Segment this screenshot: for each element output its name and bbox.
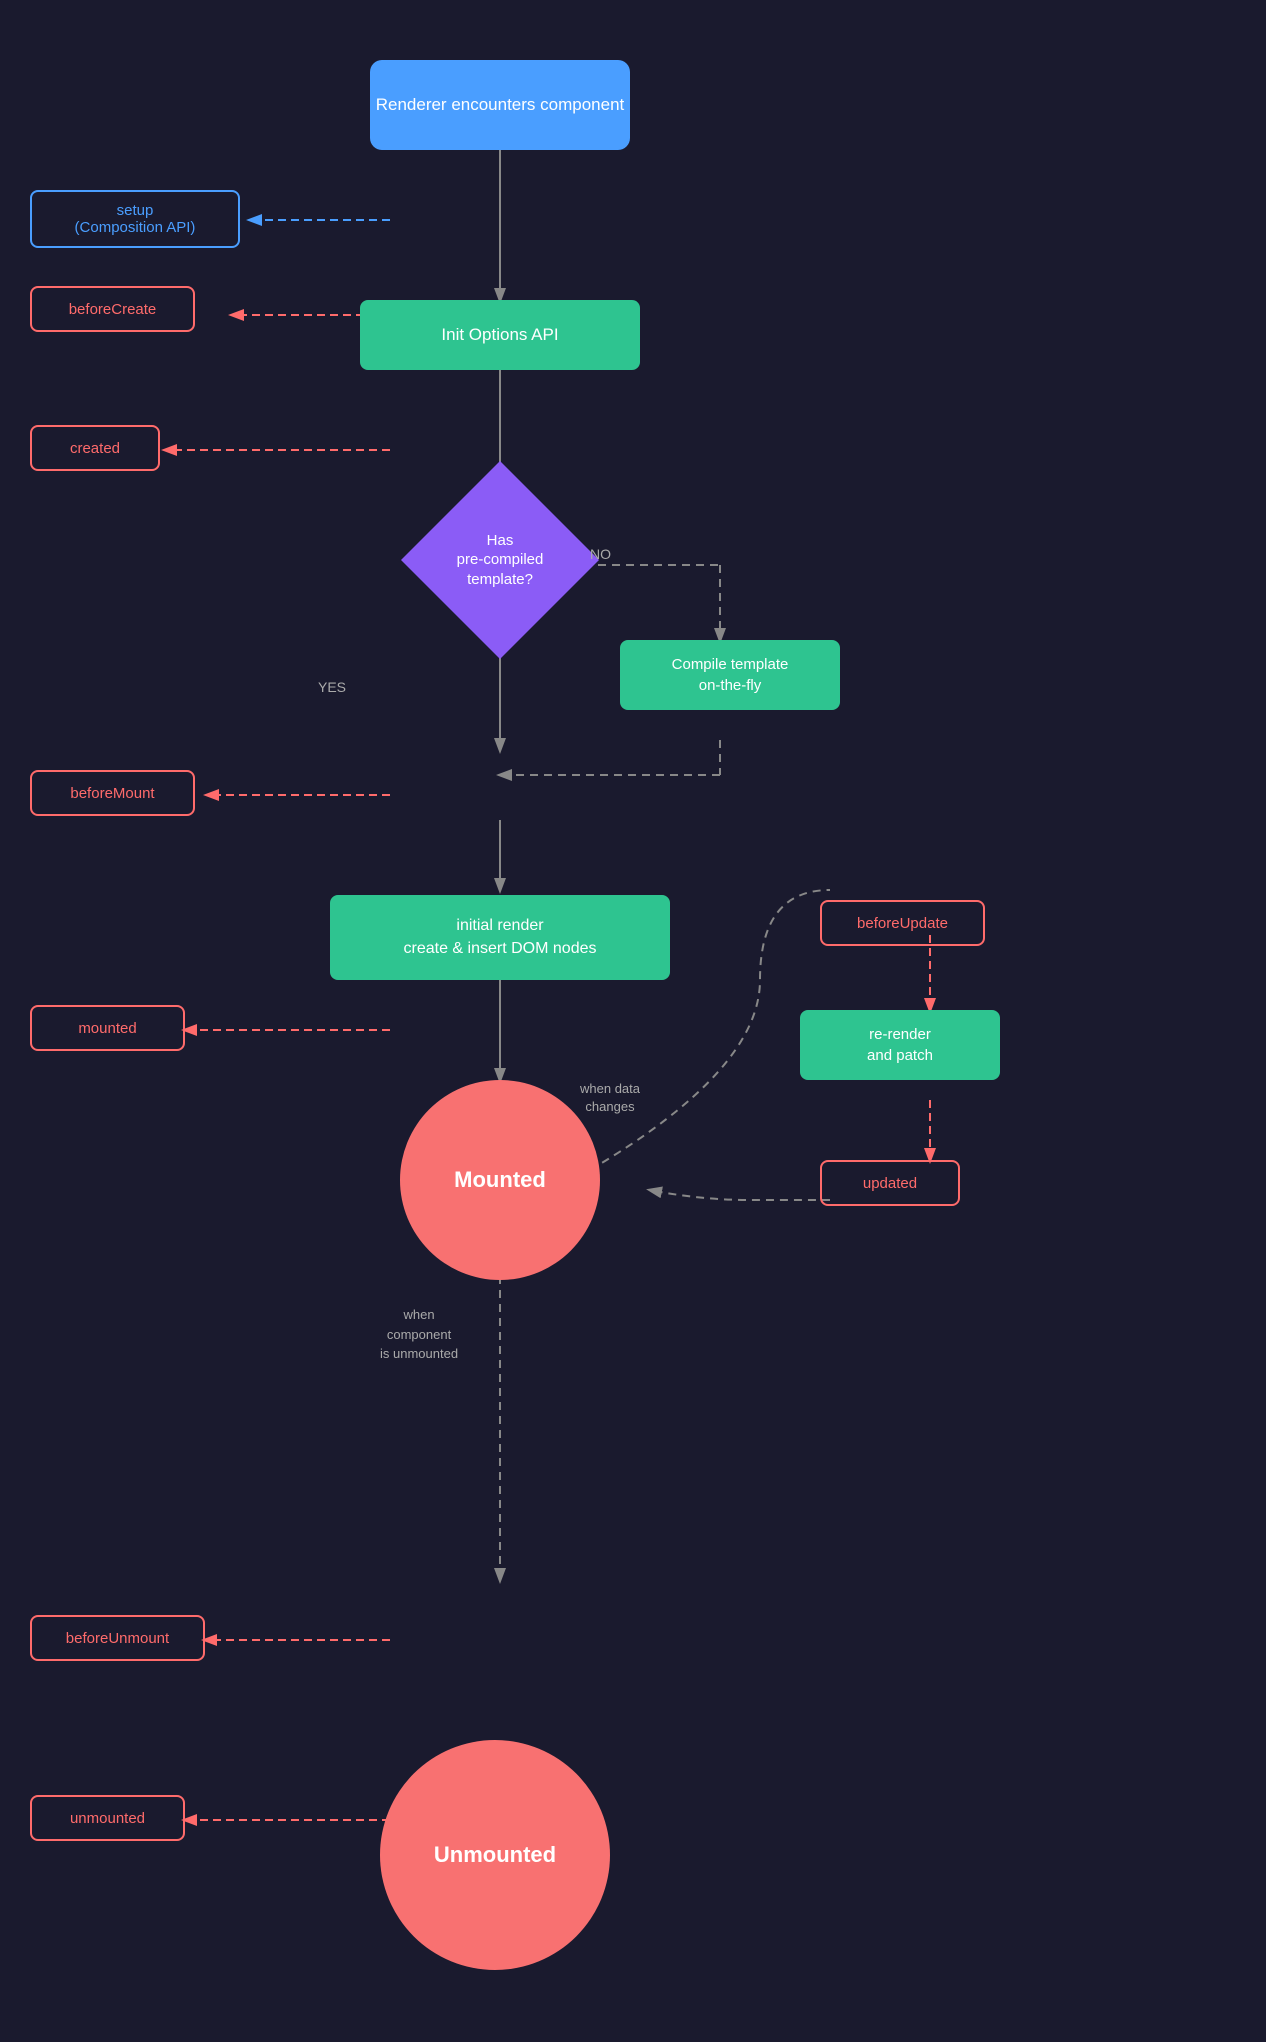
before-create-box: beforeCreate [30,286,195,332]
before-update-box: beforeUpdate [820,900,985,946]
mounted-hook-box: mounted [30,1005,185,1051]
re-render-box: re-renderand patch [800,1010,1000,1080]
yes-label: YES [318,678,346,698]
setup-box: setup(Composition API) [30,190,240,248]
before-mount-box: beforeMount [30,770,195,816]
unmounted-hook-box: unmounted [30,1795,185,1841]
initial-render-box: initial rendercreate & insert DOM nodes [330,895,670,980]
when-data-changes-label: when datachanges [580,1080,640,1116]
before-unmount-box: beforeUnmount [30,1615,205,1661]
diagram-container: Renderer encounters component setup(Comp… [0,20,1266,2022]
renderer-box: Renderer encounters component [370,60,630,150]
when-unmounted-label: whencomponentis unmounted [380,1305,458,1364]
init-options-box: Init Options API [360,300,640,370]
no-label: NO [590,545,611,565]
updated-box: updated [820,1160,960,1206]
unmounted-circle: Unmounted [380,1740,610,1970]
mounted-circle: Mounted [400,1080,600,1280]
created-box: created [30,425,160,471]
compile-template-box: Compile templateon-the-fly [620,640,840,710]
